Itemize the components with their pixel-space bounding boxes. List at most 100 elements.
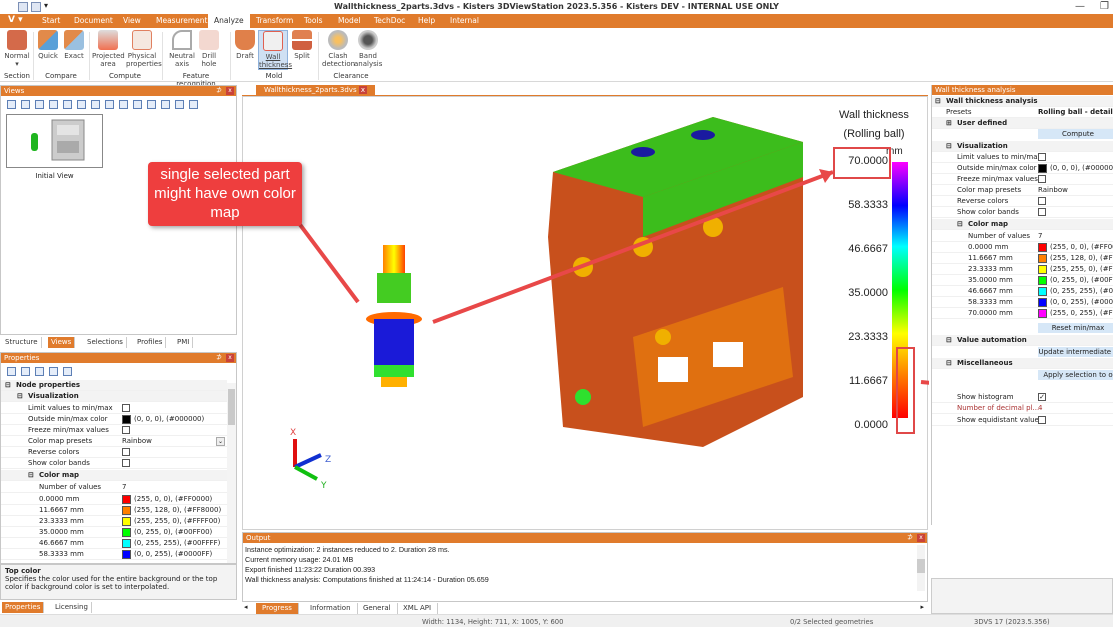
show-color-bands-checkbox[interactable]: [122, 459, 130, 467]
collapse-icon[interactable]: ⊟: [935, 96, 941, 106]
clash-detection-button[interactable]: Clash detection: [322, 30, 355, 68]
color-swatch[interactable]: [1038, 286, 1047, 296]
apply-selection-button[interactable]: Apply selection to o: [1038, 370, 1113, 380]
expand-all-icon[interactable]: [7, 367, 16, 376]
equidistant-checkbox[interactable]: [1038, 416, 1046, 424]
tab-views[interactable]: Views: [48, 337, 76, 348]
engine-block-part[interactable]: [548, 117, 803, 447]
draft-button[interactable]: Draft: [234, 30, 256, 60]
menu-tools[interactable]: Tools: [304, 16, 322, 25]
tab-profiles[interactable]: Profiles: [134, 337, 167, 348]
refresh-view-icon[interactable]: [119, 100, 128, 109]
expand-icon[interactable]: ⊞: [946, 118, 952, 128]
viewport-canvas[interactable]: [243, 97, 929, 531]
view-list-icon[interactable]: [161, 100, 170, 109]
number-of-values-field[interactable]: 7: [122, 482, 126, 493]
menu-document[interactable]: Document: [74, 16, 113, 25]
menu-internal[interactable]: Internal: [450, 16, 479, 25]
collapse-icon[interactable]: ⊟: [946, 141, 952, 151]
collapse-icon[interactable]: ⊟: [28, 470, 34, 481]
color-map-preset-select[interactable]: Rainbow: [122, 436, 152, 447]
value-automation-section[interactable]: ⊟ Value automation: [932, 335, 1113, 346]
tab-properties[interactable]: Properties: [2, 602, 45, 613]
close-icon[interactable]: x: [226, 354, 234, 362]
minimize-button[interactable]: —: [1075, 1, 1085, 12]
menu-techdoc[interactable]: TechDoc: [374, 16, 405, 25]
close-icon[interactable]: x: [358, 86, 367, 94]
app-menu-button[interactable]: V ▾: [4, 14, 28, 28]
menu-help[interactable]: Help: [418, 16, 435, 25]
update-view-icon[interactable]: [35, 100, 44, 109]
stop-icon[interactable]: [77, 100, 86, 109]
previous-view-icon[interactable]: [63, 100, 72, 109]
compare-quick-button[interactable]: Quick: [36, 30, 60, 60]
menu-transform[interactable]: Transform: [256, 16, 293, 25]
update-intermediate-button[interactable]: Update intermediate v: [1038, 347, 1113, 357]
limit-values-checkbox[interactable]: [122, 404, 130, 412]
physical-properties-button[interactable]: Physical properties: [126, 30, 162, 68]
tab-structure[interactable]: Structure: [2, 337, 42, 348]
color-swatch[interactable]: [122, 549, 131, 559]
scrollbar-thumb[interactable]: [917, 559, 925, 573]
compute-button[interactable]: Compute: [1038, 129, 1113, 139]
view-grid-icon[interactable]: [175, 100, 184, 109]
color-swatch[interactable]: [1038, 264, 1047, 274]
properties-scrollbar[interactable]: [227, 383, 236, 563]
document-tab[interactable]: Wallthickness_2parts.3dvs x: [256, 85, 375, 96]
scroll-left-icon[interactable]: ◂: [244, 603, 248, 611]
menu-model[interactable]: Model: [338, 16, 361, 25]
collapse-icon[interactable]: ⊟: [946, 358, 952, 368]
color-swatch[interactable]: [122, 494, 131, 504]
color-map-preset-select[interactable]: Rainbow: [1038, 185, 1068, 195]
neutral-axis-button[interactable]: Neutral axis: [168, 30, 196, 68]
split-button[interactable]: Split: [291, 30, 313, 60]
limit-values-checkbox[interactable]: [1038, 153, 1046, 161]
shaft-part[interactable]: [366, 245, 422, 387]
pin-icon[interactable]: ⊅: [907, 533, 913, 541]
view-tiles-icon[interactable]: [189, 100, 198, 109]
reverse-colors-checkbox[interactable]: [1038, 197, 1046, 205]
menu-analyze[interactable]: Analyze: [208, 14, 250, 28]
menu-view[interactable]: View: [123, 16, 141, 25]
show-color-bands-checkbox[interactable]: [1038, 208, 1046, 216]
tab-information[interactable]: Information: [304, 603, 358, 614]
freeze-values-checkbox[interactable]: [1038, 175, 1046, 183]
reverse-colors-checkbox[interactable]: [122, 448, 130, 456]
view-options-icon[interactable]: [147, 100, 156, 109]
color-map-section[interactable]: ⊟ Color map: [1, 470, 227, 481]
show-histogram-checkbox[interactable]: ✓: [1038, 393, 1046, 401]
freeze-values-checkbox[interactable]: [122, 426, 130, 434]
color-swatch[interactable]: [1038, 242, 1047, 252]
color-map-section[interactable]: ⊟ Color map: [932, 219, 1113, 230]
visualization-section[interactable]: ⊟ Visualization: [1, 391, 227, 402]
tab-progress[interactable]: Progress: [256, 603, 299, 614]
section-normal-button[interactable]: Normal ▾: [4, 30, 30, 68]
collapse-icon[interactable]: ⊟: [957, 219, 963, 229]
menu-start[interactable]: Start: [42, 16, 60, 25]
copy-icon[interactable]: [35, 367, 44, 376]
view-settings-icon[interactable]: [105, 100, 114, 109]
reset-minmax-button[interactable]: Reset min/max: [1038, 323, 1113, 333]
collapse-icon[interactable]: ⊟: [5, 380, 11, 391]
menu-measurement[interactable]: Measurement: [156, 16, 208, 25]
3d-viewport[interactable]: X Z Y: [242, 96, 929, 531]
wall-thickness-button[interactable]: Wall thickness: [258, 30, 292, 70]
color-swatch[interactable]: [122, 414, 131, 424]
band-analysis-button[interactable]: Band analysis: [354, 30, 382, 68]
color-swatch[interactable]: [122, 516, 131, 526]
tab-pmi[interactable]: PMI: [174, 337, 194, 348]
close-icon[interactable]: x: [917, 534, 925, 542]
tab-xml-api[interactable]: XML API: [397, 603, 439, 614]
pin-icon[interactable]: ⊅: [216, 353, 222, 361]
delete-view-icon[interactable]: [49, 100, 58, 109]
color-swatch[interactable]: [1038, 253, 1047, 263]
close-icon[interactable]: x: [226, 87, 234, 95]
filter-icon[interactable]: [63, 367, 72, 376]
collapse-icon[interactable]: ⊟: [17, 391, 23, 402]
projected-area-button[interactable]: Projected area: [92, 30, 125, 68]
collapse-icon[interactable]: ⊟: [946, 335, 952, 345]
tab-selections[interactable]: Selections: [84, 337, 127, 348]
number-of-values-field[interactable]: 7: [1038, 231, 1042, 241]
chevron-down-icon[interactable]: ⌄: [216, 437, 225, 446]
user-defined-section[interactable]: ⊞ User defined: [932, 118, 1113, 129]
